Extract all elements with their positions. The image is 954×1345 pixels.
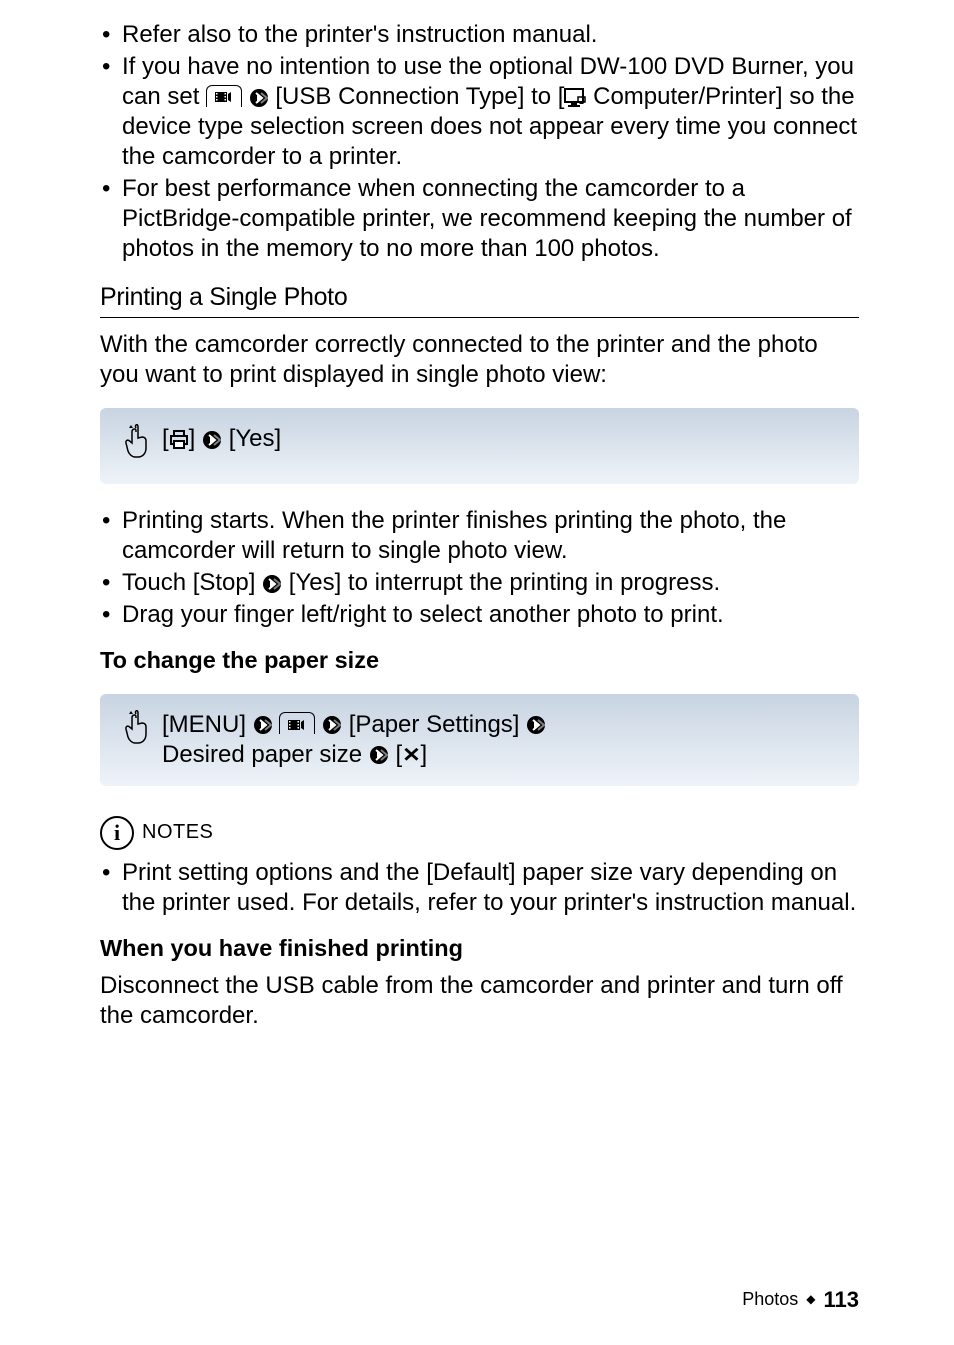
bullet-text: Drag your finger left/right to select an… [122, 601, 724, 628]
instruction-box-print: [] [Yes] [100, 408, 859, 484]
text: ] [189, 425, 202, 452]
instruction-box-paper: [MENU] [Paper Settings] Desired paper si… [100, 694, 859, 786]
text: Desired paper size [162, 741, 369, 768]
instruction-content: [] [Yes] [162, 424, 839, 454]
page-footer: Photos ◆ 113 [742, 1286, 859, 1314]
printing-bullet-list: Printing starts. When the printer finish… [100, 506, 859, 630]
bullet-item: Print setting options and the [Default] … [122, 858, 859, 918]
bullet-text: [Yes] to interrupt the printing in progr… [282, 569, 720, 596]
notes-bullet-list: Print setting options and the [Default] … [100, 858, 859, 918]
intro-bullet-list: Refer also to the printer's instruction … [100, 20, 859, 264]
text: [ [162, 425, 169, 452]
bullet-text: Refer also to the printer's instruction … [122, 21, 597, 48]
text: ] [421, 741, 428, 768]
text: [Paper Settings] [349, 711, 526, 738]
bullet-item: Touch [Stop] [Yes] to interrupt the prin… [122, 568, 859, 598]
computer-printer-icon [564, 88, 586, 108]
arrow-icon [202, 430, 222, 450]
bullet-item: Printing starts. When the printer finish… [122, 506, 859, 566]
bullet-item: For best performance when connecting the… [122, 174, 859, 264]
bullet-item: Refer also to the printer's instruction … [122, 20, 859, 50]
finished-body: Disconnect the USB cable from the camcor… [100, 971, 859, 1031]
subheading-finished: When you have finished printing [100, 934, 859, 963]
bullet-text: For best performance when connecting the… [122, 175, 852, 262]
page-number: 113 [824, 1286, 860, 1314]
notes-heading: i NOTES [100, 816, 859, 850]
touch-icon [122, 424, 150, 468]
arrow-icon [322, 715, 342, 735]
arrow-icon [253, 715, 273, 735]
subheading-paper-size: To change the paper size [100, 646, 859, 675]
text: [Yes] [229, 425, 282, 452]
arrow-icon [249, 88, 269, 108]
arrow-icon [262, 574, 282, 594]
section-intro: With the camcorder correctly connected t… [100, 330, 859, 390]
diamond-icon: ◆ [806, 1292, 815, 1307]
section-heading-printing-single: Printing a Single Photo [100, 282, 859, 318]
bullet-text: [USB Connection Type] to [ [275, 83, 564, 110]
print-icon [169, 430, 189, 450]
instruction-content: [MENU] [Paper Settings] Desired paper si… [162, 710, 839, 770]
bullet-text: Print setting options and the [Default] … [122, 859, 856, 916]
info-icon: i [100, 816, 134, 850]
bullet-text: Touch [Stop] [122, 569, 262, 596]
close-x-icon: ✕ [402, 745, 420, 765]
bullet-item: If you have no intention to use the opti… [122, 52, 859, 172]
touch-icon [122, 710, 150, 754]
text: [ [395, 741, 402, 768]
filmstrip-tab-icon [279, 712, 315, 734]
footer-section: Photos [742, 1288, 798, 1311]
notes-label: NOTES [142, 820, 213, 845]
bullet-item: Drag your finger left/right to select an… [122, 600, 859, 630]
text: [MENU] [162, 711, 253, 738]
arrow-icon [526, 715, 546, 735]
filmstrip-tab-icon [206, 85, 242, 107]
bullet-text: Printing starts. When the printer finish… [122, 507, 786, 564]
arrow-icon [369, 745, 389, 765]
